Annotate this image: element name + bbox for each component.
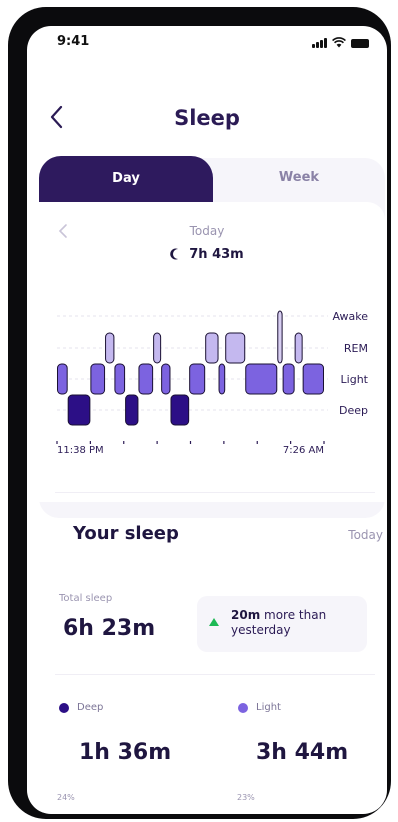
stage-bar-light: [282, 363, 295, 395]
comparison-text: 20m more than yesterday: [231, 608, 361, 638]
stage-label-awake: Awake: [332, 310, 368, 323]
total-duration: 7h 43m: [27, 247, 387, 262]
stage-bar-light: [90, 363, 106, 395]
stage-bar-light: [161, 363, 171, 395]
start-time-label: 11:38 PM: [57, 445, 104, 456]
tab-day[interactable]: Day: [39, 156, 213, 206]
stage-bar-rem: [294, 332, 303, 364]
stage-bar-light: [114, 363, 126, 395]
total-duration-value: 7h 43m: [189, 247, 244, 262]
page-title: Sleep: [174, 106, 240, 130]
stage-bar-awake: [277, 310, 283, 364]
comparison-amount: 20m: [231, 608, 261, 622]
stage-bar-light: [138, 363, 154, 395]
stage-bar-light: [189, 363, 206, 395]
increase-arrow-icon: [209, 618, 219, 626]
app-screen: 9:41 Sleep Day Week Today 7h 43m Awake R…: [27, 26, 387, 814]
battery-icon: [351, 39, 369, 48]
deep-value: 1h 36m: [79, 740, 172, 765]
stage-bar-deep: [170, 394, 190, 426]
stage-label-light: Light: [341, 373, 369, 386]
moon-icon: [170, 248, 179, 260]
stage-bar-light: [218, 363, 226, 395]
stage-bar-deep: [125, 394, 139, 426]
deep-percent: 24%: [57, 793, 75, 802]
deep-dot: [59, 703, 69, 713]
stage-bar-rem: [225, 332, 246, 364]
light-label: Light: [256, 702, 281, 713]
stage-bar-rem: [205, 332, 219, 364]
stage-label-deep: Deep: [339, 404, 368, 417]
stage-bar-light: [245, 363, 278, 395]
status-time: 9:41: [57, 34, 90, 49]
stage-bar-deep: [67, 394, 91, 426]
stage-bar-light: [57, 363, 68, 395]
your-sleep-title: Your sleep: [73, 523, 179, 544]
comparison-badge: 20m more than yesterday: [197, 596, 367, 652]
divider: [55, 674, 375, 675]
date-label: Today: [189, 224, 225, 238]
stage-bar-rem: [153, 332, 162, 364]
total-sleep-label: Total sleep: [59, 593, 113, 604]
wifi-icon: [332, 37, 346, 48]
divider: [55, 492, 375, 493]
your-sleep-date[interactable]: Today: [348, 528, 383, 542]
end-time-label: 7:26 AM: [283, 445, 324, 456]
status-icons: [312, 37, 369, 48]
light-percent: 23%: [237, 793, 255, 802]
total-sleep-value: 6h 23m: [63, 616, 156, 641]
moon-icon: [51, 526, 59, 542]
sleep-stage-chart: Awake REM Light Deep 11:38 PM 7:26 AM: [56, 310, 369, 456]
stage-bar-light: [302, 363, 325, 395]
light-dot: [238, 703, 248, 713]
tab-week[interactable]: Week: [213, 156, 385, 200]
status-bar: 9:41: [27, 26, 387, 62]
stage-label-rem: REM: [344, 342, 368, 355]
stage-bar-rem: [105, 332, 115, 364]
signal-icon: [312, 38, 327, 48]
deep-label: Deep: [77, 702, 104, 713]
phone-frame: 9:41 Sleep Day Week Today 7h 43m Awake R…: [8, 7, 391, 819]
light-value: 3h 44m: [256, 740, 349, 765]
